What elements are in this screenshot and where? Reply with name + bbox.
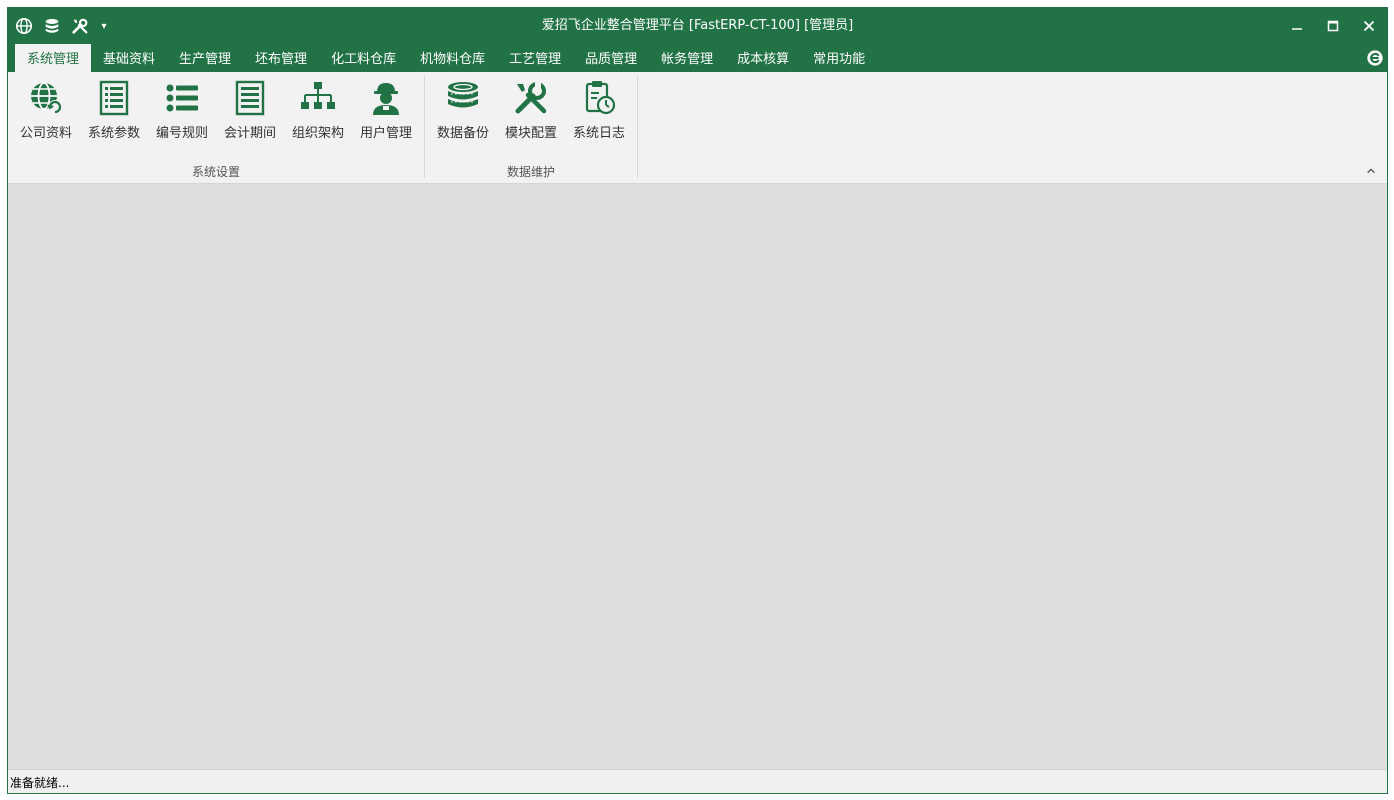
- ribbon-group-system-settings: 公司资料 系统参数 编号规则 会计期间 组织架构 用户管理 系统设置: [8, 72, 424, 184]
- refresh-e-icon: [1367, 50, 1383, 66]
- user-worker-icon: [373, 83, 399, 115]
- quick-access-toolbar: ▾: [10, 14, 114, 38]
- database-icon: [45, 18, 59, 33]
- ribbon-group-divider: [637, 76, 638, 178]
- module-config-label: 模块配置: [504, 126, 557, 141]
- org-structure-label: 组织架构: [291, 126, 344, 141]
- chevron-up-icon: [1367, 168, 1375, 174]
- user-management-button[interactable]: 用户管理: [354, 78, 418, 141]
- minimize-icon: [1292, 28, 1302, 30]
- bullet-list-icon: [166, 84, 198, 112]
- data-maintenance-group-label: 数据维护: [506, 165, 555, 179]
- module-config-button[interactable]: 模块配置: [499, 78, 563, 141]
- org-chart-icon: [301, 82, 335, 109]
- help-button[interactable]: [1365, 48, 1385, 68]
- tab-accounts-management[interactable]: 帐务管理: [649, 44, 725, 72]
- close-button[interactable]: [1351, 8, 1387, 44]
- ribbon-tab-bar: 系统管理 基础资料 生产管理 坯布管理 化工料仓库 机物料仓库 工艺管理 品质管…: [8, 44, 1387, 72]
- numbering-rules-button[interactable]: 编号规则: [150, 78, 214, 141]
- tab-materials-warehouse[interactable]: 机物料仓库: [408, 44, 497, 72]
- qat-customize-dropdown[interactable]: ▾: [94, 14, 114, 38]
- tab-common-functions[interactable]: 常用功能: [801, 44, 877, 72]
- database-backup-icon: [448, 82, 478, 108]
- system-parameters-button[interactable]: 系统参数: [82, 78, 146, 141]
- window-title: 爱招飞企业整合管理平台 [FastERP-CT-100] [管理员]: [541, 18, 854, 33]
- app-window: ▾ 爱招飞企业整合管理平台 [FastERP-CT-100] [管理员] 系统管…: [7, 7, 1388, 794]
- window-controls: [1279, 8, 1387, 44]
- company-info-button[interactable]: 公司资料: [14, 78, 78, 141]
- title-bar: ▾ 爱招飞企业整合管理平台 [FastERP-CT-100] [管理员]: [8, 8, 1387, 44]
- accounting-period-label: 会计期间: [223, 126, 276, 141]
- collapse-ribbon-button[interactable]: [1363, 163, 1379, 179]
- org-structure-button[interactable]: 组织架构: [286, 78, 350, 141]
- close-icon: [1363, 20, 1375, 32]
- main-workspace: [8, 184, 1387, 770]
- ribbon-panel: 公司资料 系统参数 编号规则 会计期间 组织架构 用户管理 系统设置 数据备份 …: [8, 72, 1387, 184]
- globe-refresh-icon: [31, 82, 62, 114]
- ribbon-group-data-maintenance: 数据备份 模块配置 系统日志 数据维护: [425, 72, 637, 184]
- status-text: 准备就绪...: [10, 776, 70, 790]
- clipboard-clock-icon: [585, 81, 616, 115]
- user-management-label: 用户管理: [359, 126, 412, 141]
- system-parameters-label: 系统参数: [87, 126, 140, 141]
- accounting-period-button[interactable]: 会计期间: [218, 78, 282, 141]
- system-log-label: 系统日志: [572, 126, 625, 141]
- tab-cost-accounting[interactable]: 成本核算: [725, 44, 801, 72]
- tab-greige-management[interactable]: 坯布管理: [243, 44, 319, 72]
- globe-icon: [15, 17, 33, 35]
- tab-chemical-warehouse[interactable]: 化工料仓库: [319, 44, 408, 72]
- maximize-button[interactable]: [1315, 8, 1351, 44]
- list-document-icon: [99, 80, 129, 116]
- tab-process-management[interactable]: 工艺管理: [497, 44, 573, 72]
- numbering-rules-label: 编号规则: [155, 126, 208, 141]
- system-log-button[interactable]: 系统日志: [567, 78, 631, 141]
- qat-database-button[interactable]: [38, 14, 66, 38]
- tools-icon: [515, 82, 547, 114]
- maximize-icon: [1327, 20, 1339, 32]
- minimize-button[interactable]: [1279, 8, 1315, 44]
- tab-production-management[interactable]: 生产管理: [167, 44, 243, 72]
- status-bar: 准备就绪...: [8, 769, 1387, 793]
- ledger-icon: [235, 80, 265, 116]
- tab-system-management[interactable]: 系统管理: [15, 44, 92, 72]
- tools-icon: [72, 18, 88, 34]
- qat-globe-button[interactable]: [10, 14, 38, 38]
- data-backup-label: 数据备份: [436, 126, 489, 141]
- system-settings-group-label: 系统设置: [191, 165, 240, 179]
- company-info-label: 公司资料: [19, 126, 72, 141]
- tab-quality-management[interactable]: 品质管理: [573, 44, 649, 72]
- qat-tools-button[interactable]: [66, 14, 94, 38]
- tab-basic-data[interactable]: 基础资料: [91, 44, 167, 72]
- data-backup-button[interactable]: 数据备份: [431, 78, 495, 141]
